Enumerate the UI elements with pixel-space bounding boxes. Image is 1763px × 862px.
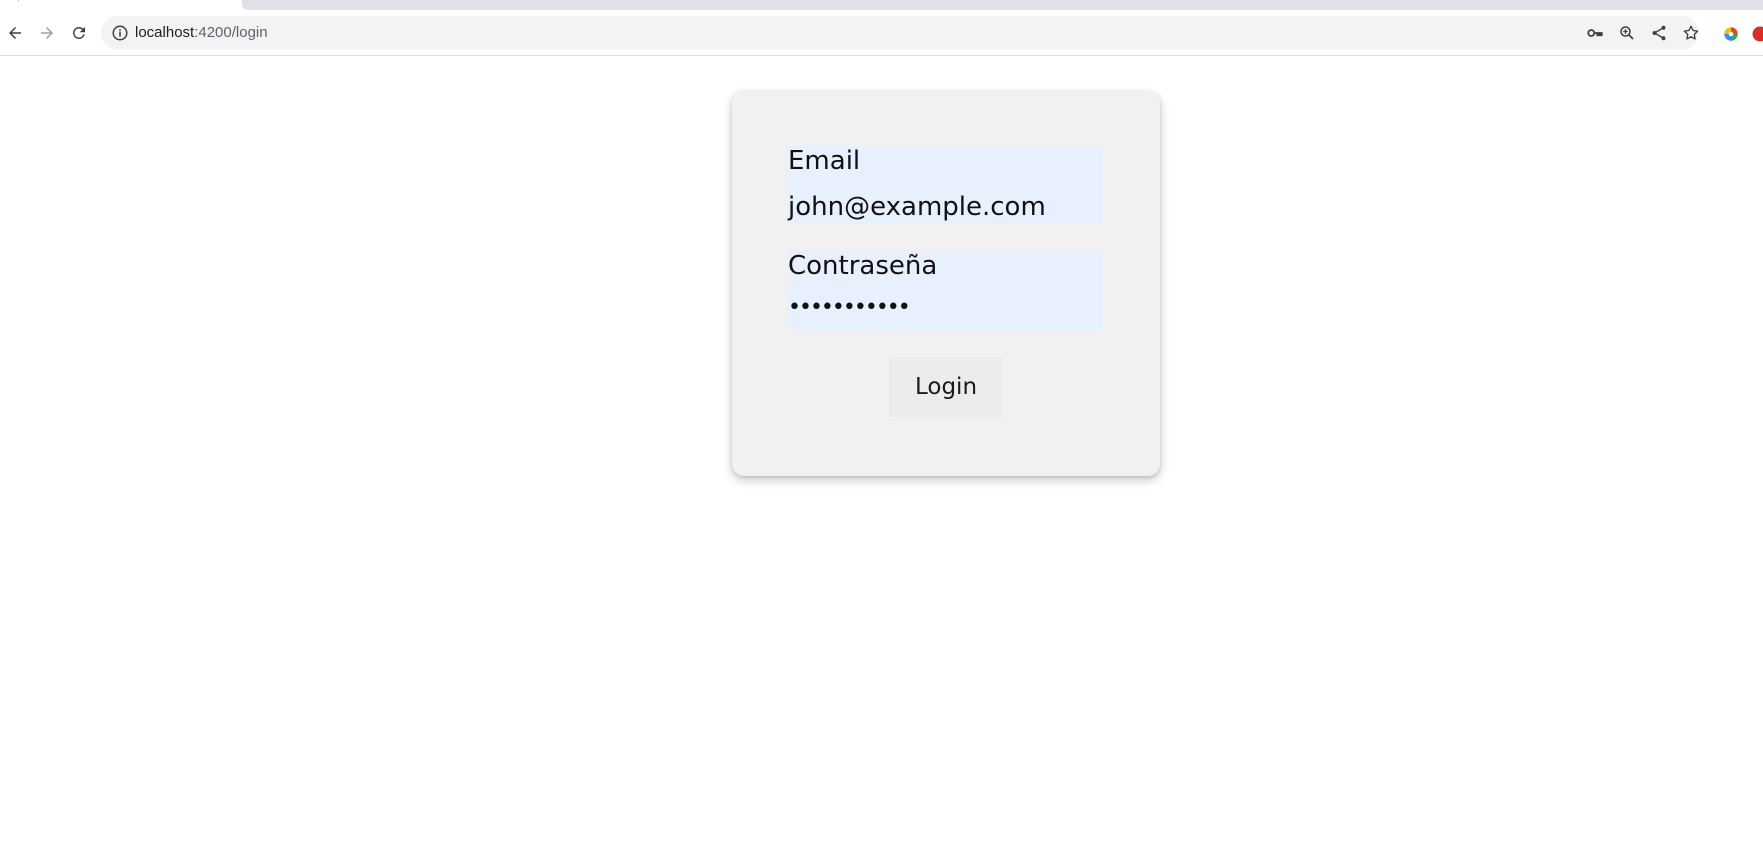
password-field[interactable]: Contraseña •••••••••••: [788, 251, 1103, 329]
reload-icon: [72, 26, 85, 39]
share-icon[interactable]: [1650, 24, 1668, 42]
forward-button[interactable]: [32, 18, 62, 48]
login-button[interactable]: Login: [889, 357, 1003, 417]
back-button[interactable]: [0, 18, 30, 48]
star-icon[interactable]: [1682, 24, 1700, 42]
key-icon[interactable]: [1586, 24, 1604, 42]
extension-color-wheel-icon[interactable]: [1722, 25, 1740, 43]
arrow-left-icon: [9, 27, 21, 39]
email-field[interactable]: Email john@example.com: [788, 146, 1103, 224]
url-text[interactable]: localhost:4200/login: [135, 16, 268, 50]
tab-strip: ▾: [0, 0, 1763, 10]
email-input[interactable]: john@example.com: [788, 192, 1046, 222]
password-input[interactable]: •••••••••••: [788, 293, 911, 323]
password-label: Contraseña: [788, 251, 938, 281]
profile-avatar-icon[interactable]: [1751, 25, 1763, 43]
arrow-right-icon: [41, 27, 53, 39]
reload-button[interactable]: [64, 18, 94, 48]
url-path: :4200/login: [194, 24, 268, 41]
url-host: localhost: [135, 24, 195, 41]
tab-strip-background: [242, 0, 1763, 10]
info-icon[interactable]: [111, 24, 129, 42]
zoom-in-icon[interactable]: [1618, 24, 1636, 42]
login-card: Email john@example.com Contraseña ••••••…: [732, 91, 1160, 476]
email-label: Email: [788, 146, 861, 176]
browser-toolbar: localhost:4200/login: [0, 10, 1763, 56]
address-bar[interactable]: localhost:4200/login: [101, 16, 1699, 50]
tab-favicon-fragment: ▾: [16, 0, 26, 4]
